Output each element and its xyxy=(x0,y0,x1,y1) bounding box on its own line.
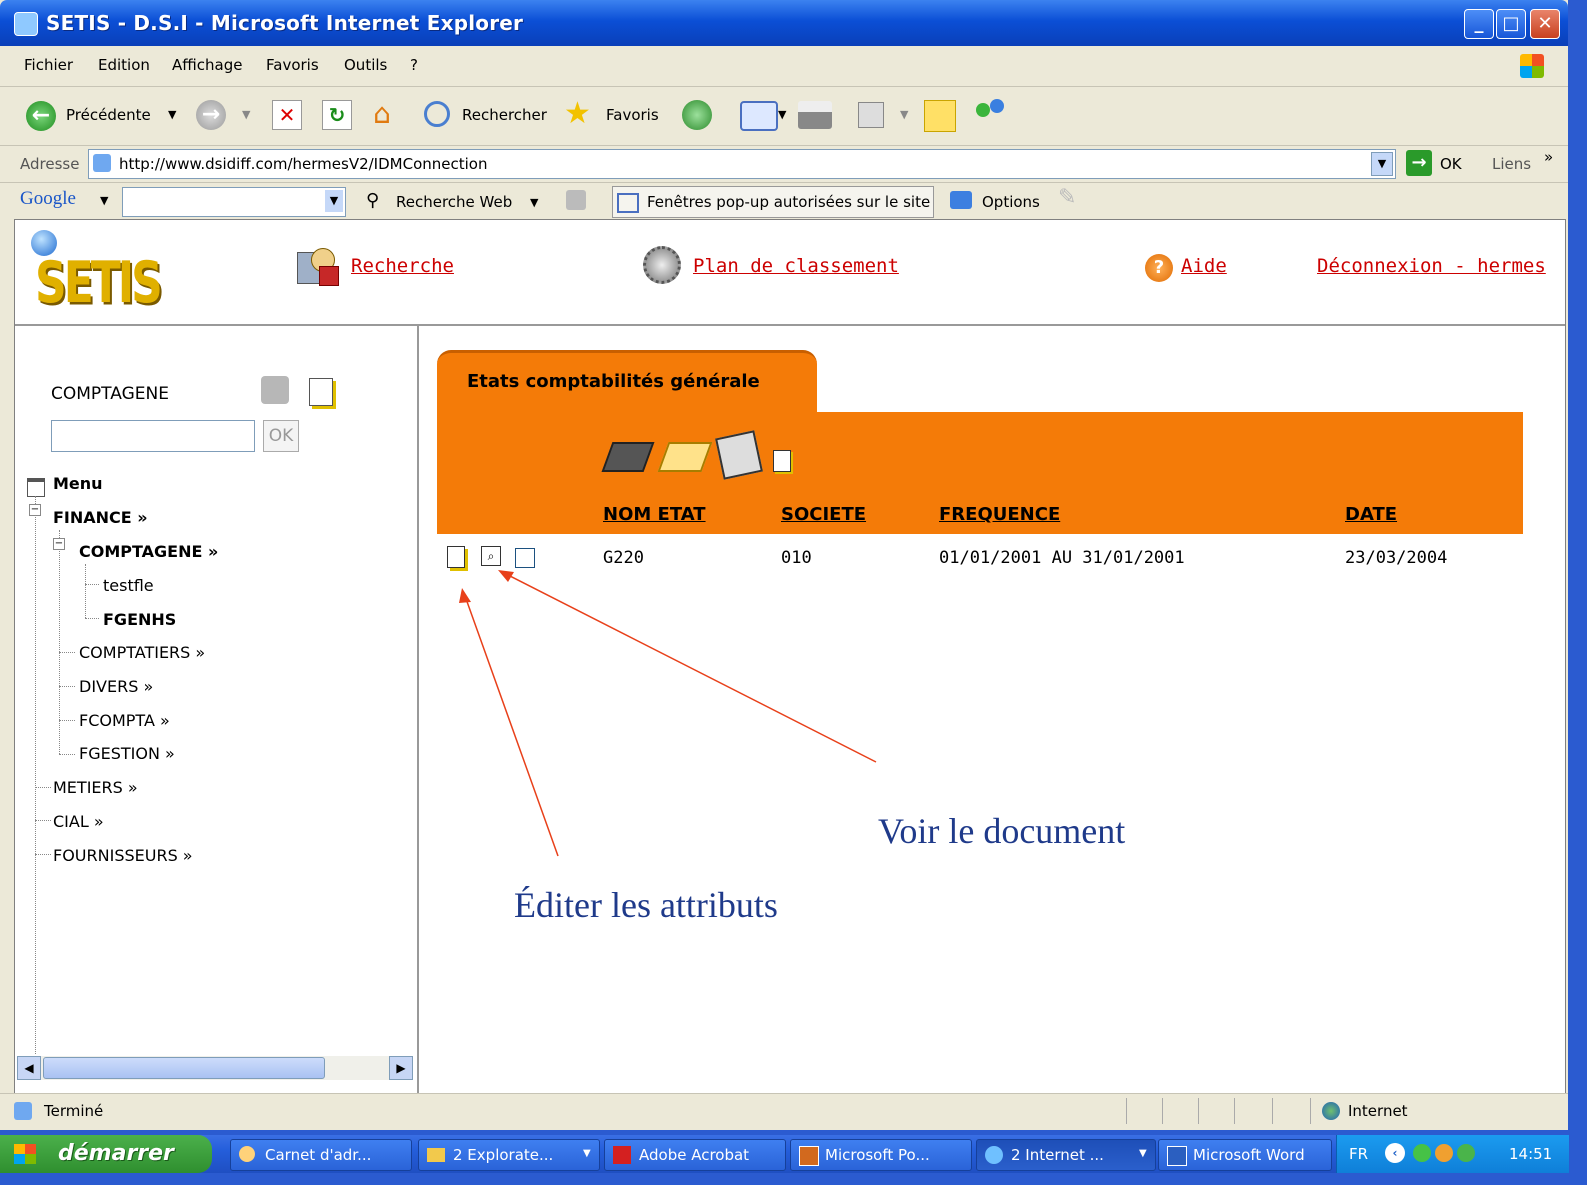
task-explorer-dropdown-icon: ▼ xyxy=(583,1148,591,1159)
language-indicator[interactable]: FR xyxy=(1349,1145,1368,1163)
system-tray: FR ‹ 14:51 xyxy=(1336,1135,1569,1173)
annotation-editer-attributs: Éditer les attributs xyxy=(514,885,778,925)
editer-arrowhead xyxy=(459,588,471,603)
task-carnet[interactable]: Carnet d'adr... xyxy=(230,1139,412,1171)
clock: 14:51 xyxy=(1509,1145,1553,1163)
task-acrobat-label: Adobe Acrobat xyxy=(639,1146,750,1164)
annotation-voir-document: Voir le document xyxy=(878,811,1126,851)
task-carnet-label: Carnet d'adr... xyxy=(265,1146,372,1164)
windows-flag-icon xyxy=(14,1144,36,1164)
carnet-icon xyxy=(239,1146,255,1162)
tray-security-icon[interactable] xyxy=(1413,1144,1431,1162)
task-word[interactable]: Microsoft Word xyxy=(1158,1139,1332,1171)
task-explorer-label: 2 Explorate... xyxy=(453,1146,554,1164)
task-acrobat[interactable]: Adobe Acrobat xyxy=(604,1139,786,1171)
editer-arrow xyxy=(464,595,559,857)
voir-arrow xyxy=(505,573,877,763)
start-button[interactable]: démarrer xyxy=(0,1135,212,1173)
task-internet[interactable]: 2 Internet ... ▼ xyxy=(976,1139,1156,1171)
annotation-arrows xyxy=(459,570,877,857)
task-word-label: Microsoft Word xyxy=(1193,1146,1305,1164)
ie-task-icon xyxy=(985,1146,1003,1164)
voir-arrowhead xyxy=(498,570,514,582)
task-internet-label: 2 Internet ... xyxy=(1011,1146,1104,1164)
task-internet-dropdown-icon: ▼ xyxy=(1139,1148,1147,1159)
task-powerpoint-label: Microsoft Po... xyxy=(825,1146,930,1164)
powerpoint-icon xyxy=(799,1146,819,1166)
word-icon xyxy=(1167,1146,1187,1166)
task-powerpoint[interactable]: Microsoft Po... xyxy=(790,1139,972,1171)
tray-arrow-icon[interactable]: ‹ xyxy=(1385,1143,1405,1163)
task-explorer[interactable]: 2 Explorate... ▼ xyxy=(418,1139,600,1171)
tray-users-icon[interactable] xyxy=(1457,1144,1475,1162)
tray-messenger-icon[interactable] xyxy=(1435,1144,1453,1162)
acrobat-icon xyxy=(613,1146,631,1164)
start-label: démarrer xyxy=(58,1141,174,1166)
folder-icon xyxy=(427,1148,445,1162)
